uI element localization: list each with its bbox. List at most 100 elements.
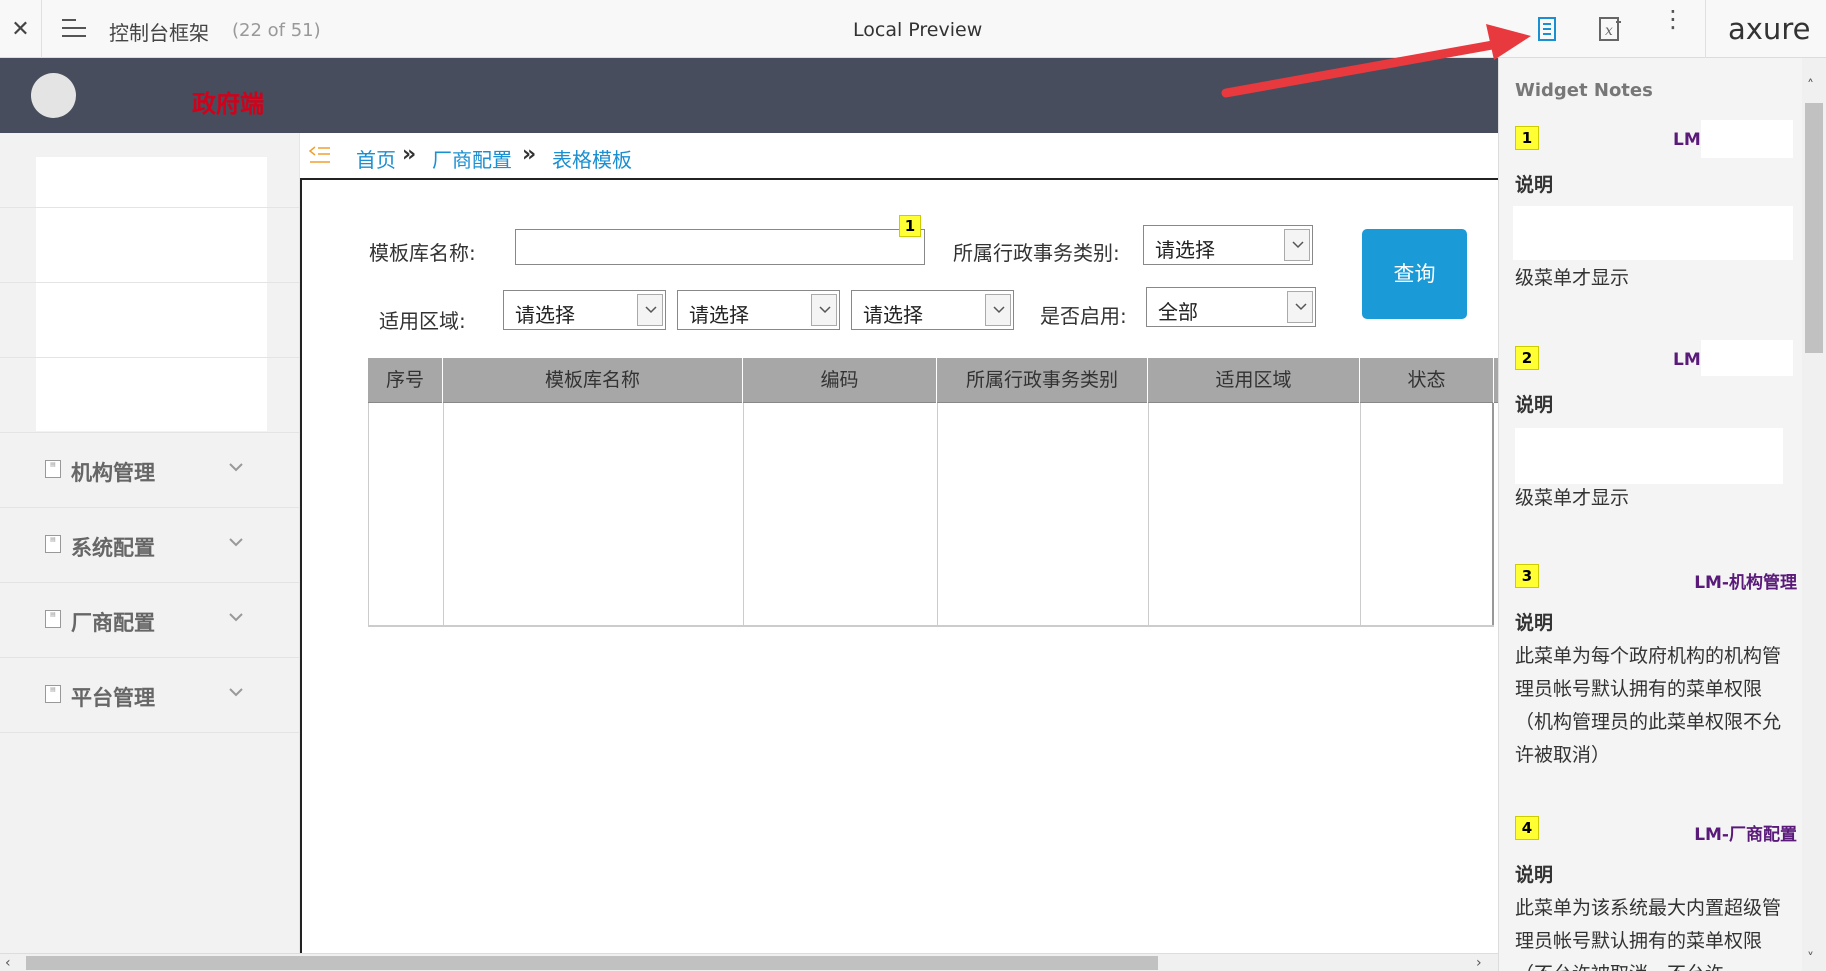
enabled-select[interactable]: 全部 bbox=[1146, 287, 1316, 327]
page-count: (22 of 51) bbox=[232, 20, 321, 41]
avatar[interactable] bbox=[31, 73, 76, 118]
table-header: 序号 模板库名称 编码 所属行政事务类别 适用区域 状态 bbox=[368, 358, 1498, 403]
note-label: 说明 bbox=[1515, 612, 1554, 634]
column-header[interactable]: 适用区域 bbox=[1148, 358, 1360, 403]
select-value: 请选择 bbox=[689, 303, 749, 327]
chevron-down-icon bbox=[229, 613, 243, 622]
breadcrumb: 首页 » 厂商配置 » 表格模板 bbox=[300, 133, 1498, 179]
scrollbar-thumb[interactable] bbox=[1805, 103, 1823, 353]
note-item: 2 LM- 说明 级菜单才显示 bbox=[1515, 340, 1795, 526]
scroll-up-icon[interactable]: ˄ bbox=[1807, 78, 1814, 94]
region-label: 适用区域: bbox=[379, 309, 466, 333]
column-divider bbox=[368, 403, 369, 626]
sidebar-item-vendor-config[interactable]: ▤ 厂商配置 bbox=[0, 583, 300, 658]
column-header[interactable]: 状态 bbox=[1360, 358, 1494, 403]
note-item: 3 LM-机构管理 说明 此菜单为每个政府机构的机构管理员帐号默认拥有的菜单权限… bbox=[1515, 564, 1797, 794]
note-item: 1 LM- 说明 级菜单才显示 bbox=[1513, 120, 1795, 306]
note-label: 说明 bbox=[1515, 394, 1554, 416]
template-name-input[interactable] bbox=[515, 229, 925, 265]
sidebar-item-system-config[interactable]: ▤ 系统配置 bbox=[0, 508, 300, 583]
chevron-down-icon bbox=[811, 294, 837, 326]
note-body: 级菜单才显示 bbox=[1515, 267, 1630, 289]
sidebar-item-label: 平台管理 bbox=[71, 686, 155, 710]
brand-label: 政府端 bbox=[192, 90, 264, 118]
menu-doc-icon: ▤ bbox=[45, 460, 61, 478]
table-bottom-border bbox=[368, 625, 1494, 627]
column-divider bbox=[937, 403, 938, 626]
redacted-area bbox=[1513, 206, 1793, 260]
select-value: 全部 bbox=[1158, 300, 1198, 324]
sidebar-divider bbox=[0, 357, 300, 358]
note-number[interactable]: 1 bbox=[1515, 126, 1539, 150]
region-city-select[interactable]: 请选择 bbox=[677, 290, 840, 330]
sidebar-item-label: 机构管理 bbox=[71, 461, 155, 485]
menu-doc-icon: ▤ bbox=[45, 535, 61, 553]
note-label: 说明 bbox=[1515, 174, 1554, 196]
chevron-down-icon bbox=[637, 294, 663, 326]
note-body: 级菜单才显示 bbox=[1515, 487, 1630, 509]
region-province-select[interactable]: 请选择 bbox=[503, 290, 666, 330]
hamburger-menu-icon[interactable] bbox=[62, 19, 86, 39]
vertical-scrollbar[interactable]: ˄ ˅ bbox=[1802, 58, 1826, 971]
note-number[interactable]: 2 bbox=[1515, 346, 1539, 370]
column-divider bbox=[743, 403, 744, 626]
note-body: 此菜单为每个政府机构的机构管理员帐号默认拥有的菜单权限（机构管理员的此菜单权限不… bbox=[1515, 645, 1782, 766]
redacted-area bbox=[1701, 120, 1793, 158]
sidebar-item-platform-management[interactable]: ▤ 平台管理 bbox=[0, 658, 300, 733]
breadcrumb-vendor-config[interactable]: 厂商配置 bbox=[432, 144, 512, 173]
sidebar-item-label: 系统配置 bbox=[71, 536, 155, 560]
column-divider bbox=[1148, 403, 1149, 626]
toolbar-divider bbox=[1705, 0, 1706, 58]
svg-text:x: x bbox=[1605, 23, 1613, 39]
breadcrumb-table-template[interactable]: 表格模板 bbox=[552, 144, 632, 173]
sidebar: ▤ 机构管理 ▤ 系统配置 ▤ 厂商配置 ▤ 平台管理 bbox=[0, 133, 300, 953]
variables-icon[interactable]: x bbox=[1597, 16, 1623, 42]
category-select[interactable]: 请选择 bbox=[1143, 225, 1313, 265]
region-district-select[interactable]: 请选择 bbox=[851, 290, 1014, 330]
breadcrumb-home[interactable]: 首页 bbox=[356, 144, 396, 173]
chevron-down-icon bbox=[985, 294, 1011, 326]
note-number[interactable]: 3 bbox=[1515, 564, 1539, 588]
horizontal-scrollbar[interactable]: ‹ › bbox=[0, 953, 1498, 971]
menu-doc-icon: ▤ bbox=[45, 610, 61, 628]
column-header[interactable]: 所属行政事务类别 bbox=[937, 358, 1148, 403]
scroll-right-icon[interactable]: › bbox=[1476, 955, 1482, 971]
column-header[interactable]: 编码 bbox=[743, 358, 937, 403]
chevron-down-icon bbox=[229, 463, 243, 472]
app-header: 政府端 bbox=[0, 58, 1498, 133]
collapse-menu-icon[interactable] bbox=[308, 143, 332, 167]
redacted-area bbox=[1515, 428, 1783, 484]
notes-icon[interactable] bbox=[1534, 16, 1560, 42]
close-icon[interactable]: ✕ bbox=[0, 0, 42, 58]
page-title: 控制台框架 bbox=[109, 21, 209, 45]
axure-logo: axure bbox=[1728, 12, 1811, 46]
note-number[interactable]: 4 bbox=[1515, 816, 1539, 840]
breadcrumb-separator: » bbox=[402, 142, 417, 167]
category-label: 所属行政事务类别: bbox=[953, 241, 1120, 265]
scroll-down-icon[interactable]: ˅ bbox=[1807, 951, 1814, 967]
note-title: LM-机构管理 bbox=[1694, 573, 1797, 593]
preview-title: Local Preview bbox=[853, 19, 983, 41]
breadcrumb-separator: » bbox=[522, 142, 537, 167]
template-name-label: 模板库名称: bbox=[369, 241, 476, 265]
sidebar-item-org-management[interactable]: ▤ 机构管理 bbox=[0, 433, 300, 508]
note-body: 此菜单为该系统最大内置超级管理员帐号默认拥有的菜单权限（不允许被取消，不允许 bbox=[1515, 897, 1782, 971]
sidebar-item-label: 厂商配置 bbox=[71, 611, 155, 635]
chevron-down-icon bbox=[1287, 291, 1313, 323]
select-value: 请选择 bbox=[1155, 238, 1215, 262]
widget-note-marker[interactable]: 1 bbox=[899, 215, 921, 237]
select-value: 请选择 bbox=[515, 303, 575, 327]
query-button[interactable]: 查询 bbox=[1362, 229, 1467, 319]
column-divider bbox=[1360, 403, 1361, 626]
more-options-icon[interactable]: ⋮ bbox=[1660, 7, 1686, 31]
chevron-down-icon bbox=[1284, 229, 1310, 261]
note-item: 4 LM-厂商配置 说明 此菜单为该系统最大内置超级管理员帐号默认拥有的菜单权限… bbox=[1515, 816, 1797, 971]
enabled-label: 是否启用: bbox=[1040, 304, 1127, 328]
scrollbar-thumb[interactable] bbox=[26, 956, 1158, 970]
template-table: 序号 模板库名称 编码 所属行政事务类别 适用区域 状态 bbox=[368, 358, 1498, 628]
chevron-down-icon bbox=[229, 688, 243, 697]
select-value: 请选择 bbox=[863, 303, 923, 327]
column-header[interactable]: 序号 bbox=[368, 358, 443, 403]
column-header[interactable]: 模板库名称 bbox=[443, 358, 743, 403]
scroll-left-icon[interactable]: ‹ bbox=[5, 955, 11, 971]
